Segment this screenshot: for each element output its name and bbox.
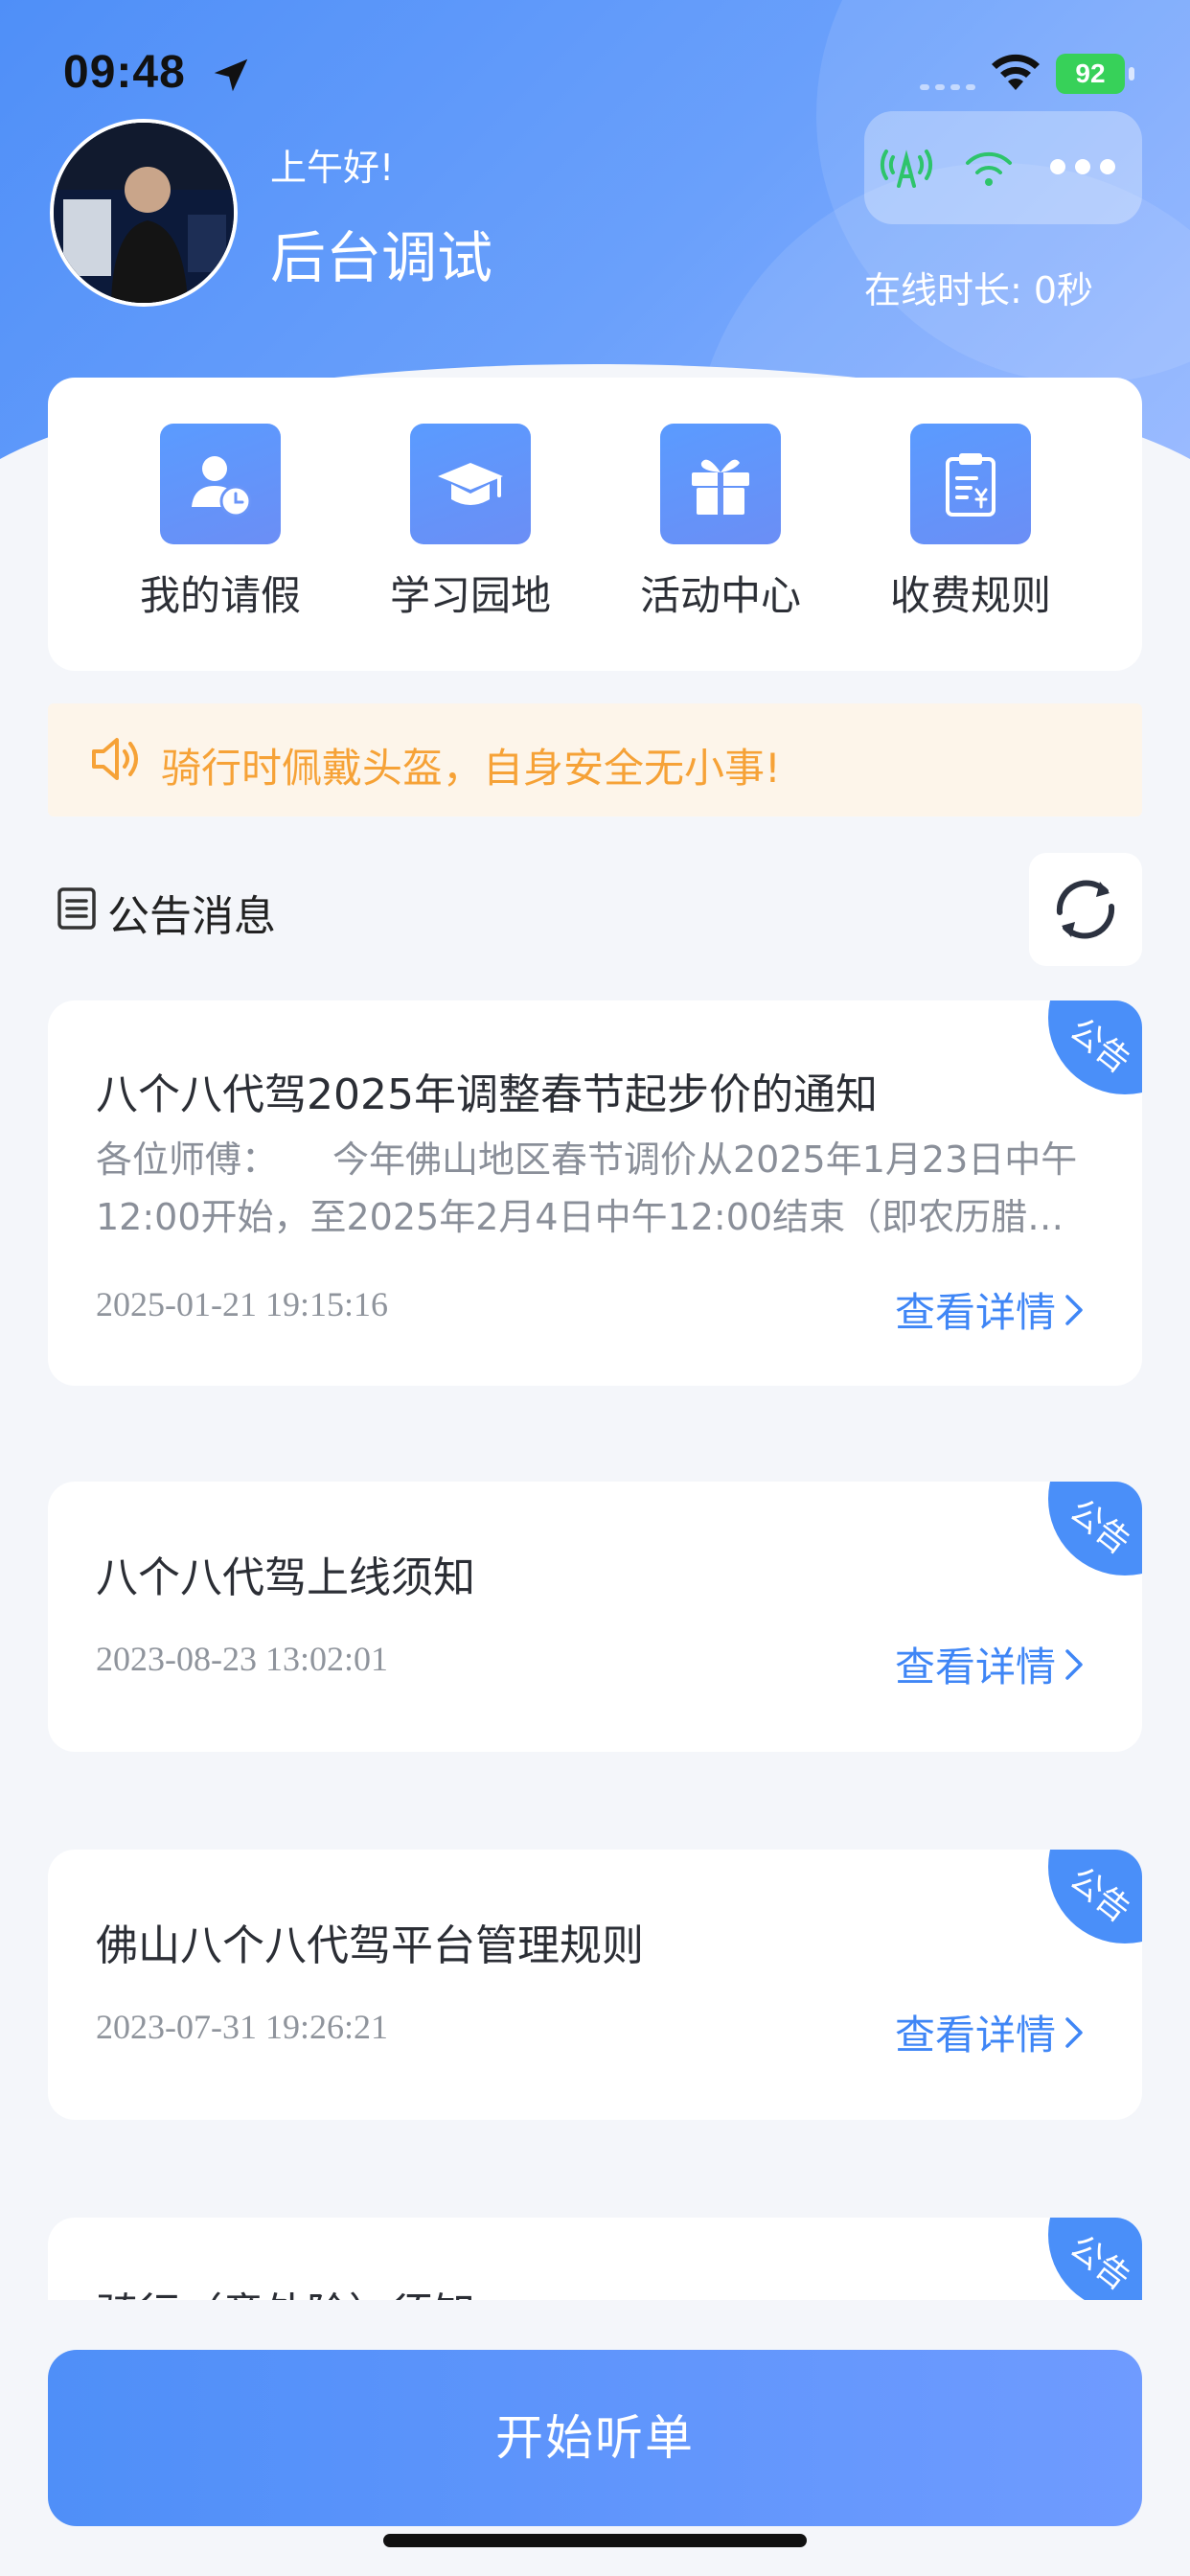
gps-antenna-icon[interactable]: [878, 140, 935, 197]
view-details-label: 查看详情: [894, 1644, 1056, 1690]
menu-label: 收费规则: [889, 572, 1051, 619]
view-details-label: 查看详情: [894, 2012, 1056, 2058]
announcement-card[interactable]: 公告 八个八代驾2025年调整春节起步价的通知 各位师傅： 今年佛山地区春节调价…: [48, 1000, 1142, 1386]
app-screen: 09:48 92 上午好! 后台调试 在线时长: 0秒 我的请假 学习园地 活动…: [0, 0, 1190, 2576]
menu-item-fee-rules[interactable]: 收费规则: [865, 424, 1076, 622]
announcement-card[interactable]: 公告 骑行（意外险）须知: [48, 2218, 1142, 2300]
gift-icon: [660, 424, 781, 544]
user-name: 后台调试: [270, 225, 493, 290]
refresh-button[interactable]: [1029, 853, 1142, 966]
announcement-title: 佛山八个八代驾平台管理规则: [96, 1921, 644, 1970]
menu-label: 学习园地: [389, 572, 551, 619]
avatar-photo: [54, 123, 234, 303]
announcement-title: 骑行（意外险）须知: [96, 2279, 475, 2300]
chevron-right-icon: [1065, 1648, 1083, 1680]
menu-item-leave[interactable]: 我的请假: [115, 424, 326, 622]
status-time: 09:48: [63, 47, 186, 98]
graduation-cap-icon: [410, 424, 531, 544]
online-duration: 在线时长: 0秒: [864, 269, 1094, 311]
battery-level: 92: [1056, 54, 1125, 94]
wifi-icon: [992, 54, 1040, 90]
cellular-signal-icon: [920, 84, 975, 90]
announcement-title: 八个八代驾2025年调整春节起步价的通知: [96, 1070, 878, 1119]
battery-indicator: 92: [1056, 54, 1134, 94]
view-details-label: 查看详情: [894, 1289, 1056, 1336]
menu-label: 我的请假: [139, 572, 301, 619]
view-details-link[interactable]: 查看详情: [895, 1635, 1085, 1693]
announcement-date: 2025-01-21 19:15:16: [96, 1285, 388, 1323]
menu-item-activities[interactable]: 活动中心: [615, 424, 826, 622]
announcement-list: 公告 八个八代驾2025年调整春节起步价的通知 各位师傅： 今年佛山地区春节调价…: [0, 987, 1190, 2300]
announcement-card[interactable]: 公告 佛山八个八代驾平台管理规则 2023-07-31 19:26:21 查看详…: [48, 1850, 1142, 2120]
status-capsule: [864, 111, 1142, 224]
clipboard-yen-icon: [910, 424, 1031, 544]
safety-notice[interactable]: 骑行时佩戴头盔，自身安全无小事!: [48, 703, 1142, 816]
home-indicator[interactable]: [383, 2534, 807, 2547]
battery-tip: [1129, 67, 1134, 80]
announcement-date: 2023-08-23 13:02:01: [96, 1640, 388, 1678]
menu-label: 活动中心: [639, 572, 801, 619]
network-wifi-icon[interactable]: [960, 146, 1018, 190]
refresh-icon: [1056, 880, 1115, 939]
start-listening-button[interactable]: 开始听单: [48, 2350, 1142, 2526]
section-title: 公告消息: [107, 892, 276, 941]
person-clock-icon: [160, 424, 281, 544]
view-details-link[interactable]: 查看详情: [895, 1280, 1085, 1339]
chevron-right-icon: [1065, 2016, 1083, 2048]
location-arrow-icon: [214, 58, 248, 92]
avatar[interactable]: [50, 119, 238, 307]
greeting-text: 上午好!: [270, 147, 395, 189]
menu-item-learning[interactable]: 学习园地: [365, 424, 576, 622]
announcement-date: 2023-07-31 19:26:21: [96, 2008, 388, 2046]
announcement-title: 八个八代驾上线须知: [96, 1553, 475, 1602]
document-list-icon: [57, 887, 96, 930]
quick-menu: 我的请假 学习园地 活动中心 收费规则: [48, 378, 1142, 671]
announcement-card[interactable]: 公告 八个八代驾上线须知 2023-08-23 13:02:01 查看详情: [48, 1482, 1142, 1752]
chevron-right-icon: [1065, 1294, 1083, 1325]
notice-text: 骑行时佩戴头盔，自身安全无小事!: [161, 745, 781, 792]
view-details-link[interactable]: 查看详情: [895, 2003, 1085, 2061]
more-options-icon[interactable]: [1046, 155, 1119, 178]
announcement-desc: 各位师傅： 今年佛山地区春节调价从2025年1月23日中午12:00开始，至20…: [96, 1138, 1078, 1238]
speaker-icon: [92, 738, 138, 780]
